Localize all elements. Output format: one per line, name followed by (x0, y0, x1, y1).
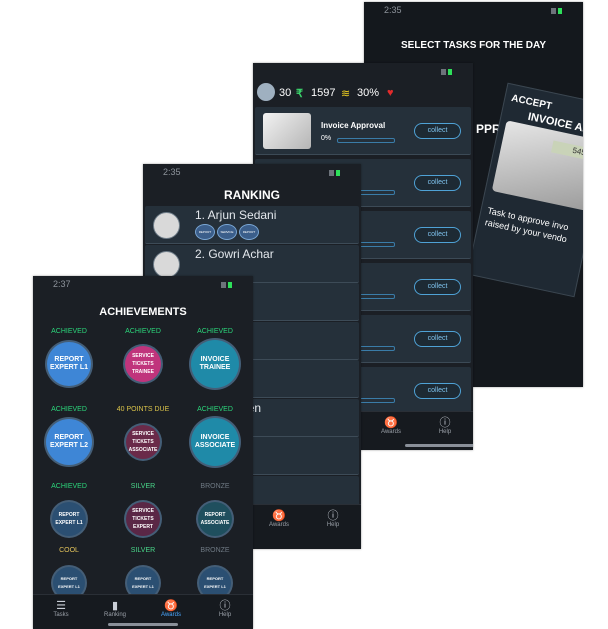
achievement-status: ACHIEVED (197, 328, 233, 335)
achievement-mini-badge: REPORT (239, 224, 259, 240)
rupee-icon: ₹ (296, 88, 303, 100)
page-title: RANKING (224, 188, 280, 202)
signal-battery-icon (221, 280, 239, 288)
badge-label: REPORT EXPERT L1 (58, 576, 80, 589)
award-icon: ♉ (384, 417, 398, 429)
tab-bar: ☰ Tasks ▮ Ranking ♉ Awards ⓘ Help (33, 594, 253, 629)
calculator-image: 545 (491, 120, 583, 211)
collect-button[interactable]: collect (414, 227, 461, 243)
achievement-status: 40 POINTS DUE (116, 406, 170, 413)
badge-label: REPORT EXPERT L1 (204, 576, 226, 589)
achievement-badge[interactable]: SERVICE TICKETS ASSOCIATE (126, 425, 160, 459)
achievement-status: ACHIEVED (197, 406, 233, 413)
ranking-name: 1. Arjun Sedani (195, 208, 277, 222)
task-thumbnail (263, 113, 311, 149)
tab-ranking[interactable]: ▮ Ranking (95, 600, 135, 618)
tab-help[interactable]: ⓘ Help (425, 417, 465, 435)
collect-button[interactable]: collect (414, 383, 461, 399)
achievement-status: BRONZE (200, 483, 230, 490)
badge-label: SERVICE TICKETS ASSOCIATE (128, 431, 158, 453)
badge-label: REPORT EXPERT L1 (132, 576, 154, 589)
ranking-row[interactable]: 1. Arjun Sedani REPORT EXPERTSERVICE TICK… (145, 206, 359, 248)
task-card[interactable]: Invoice Approval 0% collect (255, 107, 471, 155)
achievement-mini-badge: REPORT EXPERT (195, 224, 215, 248)
heart-icon: ♥ (387, 87, 394, 99)
tab-tasks[interactable]: ☰ Tasks (41, 600, 81, 618)
achievement-status: ACHIEVED (51, 328, 87, 335)
tab-awards[interactable]: ♉ Awards (371, 417, 411, 435)
achievement-badge[interactable]: INVOICE ASSOCIATE (191, 418, 239, 466)
achievement-status: ACHIEVED (51, 483, 87, 490)
achievement-status: SILVER (130, 483, 156, 490)
achievement-badge[interactable]: SERVICE TICKETS EXPERT (126, 502, 160, 536)
task-progress-bar (337, 138, 395, 143)
tab-help[interactable]: ⓘ Help (313, 510, 353, 528)
accept-label[interactable]: ACCEPT (510, 93, 553, 112)
task-progress-label: 0% (321, 135, 332, 142)
badge-label: INVOICE ASSOCIATE (194, 434, 236, 449)
achievement-status: ACHIEVED (125, 328, 161, 335)
home-indicator (108, 623, 178, 626)
award-icon: ♉ (164, 600, 178, 612)
badge-label: REPORT EXPERT L2 (49, 434, 89, 449)
achievement-status: COOL (59, 547, 79, 554)
task-name: Invoice Approval (321, 121, 386, 130)
award-icon: ♉ (272, 510, 286, 522)
task-description: Task to approve invo raised by your vend… (484, 205, 570, 245)
achievement-badge[interactable]: REPORT EXPERT L1 (52, 502, 86, 536)
status-time: 2:35 (163, 167, 181, 177)
health-percent: 30% (357, 87, 380, 99)
task-detail-card[interactable]: ACCEPT INVOICE AP 545 Task to approve in… (466, 82, 583, 298)
avatar[interactable] (257, 83, 275, 101)
avatar (153, 212, 180, 239)
badge-label: SERVICE TICKETS TRAINEE (132, 353, 154, 375)
collect-button[interactable]: collect (414, 331, 461, 347)
badge-label: REPORT ASSOCIATE (200, 512, 230, 526)
status-bar: 2:35 (364, 2, 583, 18)
ranking-name: 2. Gowri Achar (195, 246, 274, 261)
coins-count: 30 (279, 87, 292, 99)
achievement-badge[interactable]: REPORT EXPERT L1 (47, 342, 91, 386)
help-icon: ⓘ (219, 600, 231, 612)
achievement-badge[interactable]: INVOICE TRAINEE (191, 340, 239, 388)
signal-battery-icon (551, 6, 569, 14)
coin-stack-icon: ≋ (341, 88, 351, 100)
tab-help[interactable]: ⓘ Help (205, 600, 245, 618)
achievements-screen: 2:37 ACHIEVEMENTS ACHIEVED REPORT EXPERT … (33, 276, 253, 629)
status-time: 2:37 (53, 279, 71, 289)
badge-label: SERVICE TICKETS EXPERT (132, 508, 154, 530)
badge-label: INVOICE TRAINEE (199, 356, 231, 371)
achievement-status: BRONZE (200, 547, 230, 554)
achievement-badge[interactable]: REPORT ASSOCIATE (198, 502, 232, 536)
achievement-status: ACHIEVED (51, 406, 87, 413)
help-icon: ⓘ (439, 417, 451, 429)
home-indicator (405, 444, 473, 447)
player-stats: 30 ₹ 1597 ≋ 30% ♥ (253, 79, 473, 107)
money-count: 1597 (311, 87, 336, 99)
signal-battery-icon (441, 67, 459, 75)
tab-awards[interactable]: ♉ Awards (259, 510, 299, 528)
list-icon: ☰ (56, 600, 66, 612)
achievement-badge[interactable]: REPORT EXPERT L2 (46, 419, 92, 465)
collect-button[interactable]: collect (414, 279, 461, 295)
bar-chart-icon: ▮ (111, 600, 119, 612)
badge-label: REPORT EXPERT L1 (49, 356, 89, 371)
help-icon: ⓘ (327, 510, 339, 522)
status-bar: 2:35 (143, 164, 361, 180)
status-bar: 2:37 (33, 276, 253, 292)
collect-button[interactable]: collect (414, 175, 461, 191)
status-time: 2:35 (384, 5, 402, 15)
achievement-mini-badge: SERVICE TICKETS (217, 224, 237, 248)
collect-button[interactable]: collect (414, 123, 461, 139)
page-title: ACHIEVEMENTS (99, 306, 187, 318)
achievement-status: SILVER (130, 547, 156, 554)
page-title: SELECT TASKS FOR THE DAY (400, 40, 546, 51)
avatar (153, 250, 180, 278)
badge-label: REPORT EXPERT L1 (55, 512, 83, 526)
calculator-display: 545 (551, 140, 583, 160)
achievement-badge[interactable]: SERVICE TICKETS TRAINEE (125, 346, 161, 382)
signal-battery-icon (329, 168, 347, 176)
tab-awards[interactable]: ♉ Awards (151, 600, 191, 618)
status-bar (253, 63, 473, 79)
